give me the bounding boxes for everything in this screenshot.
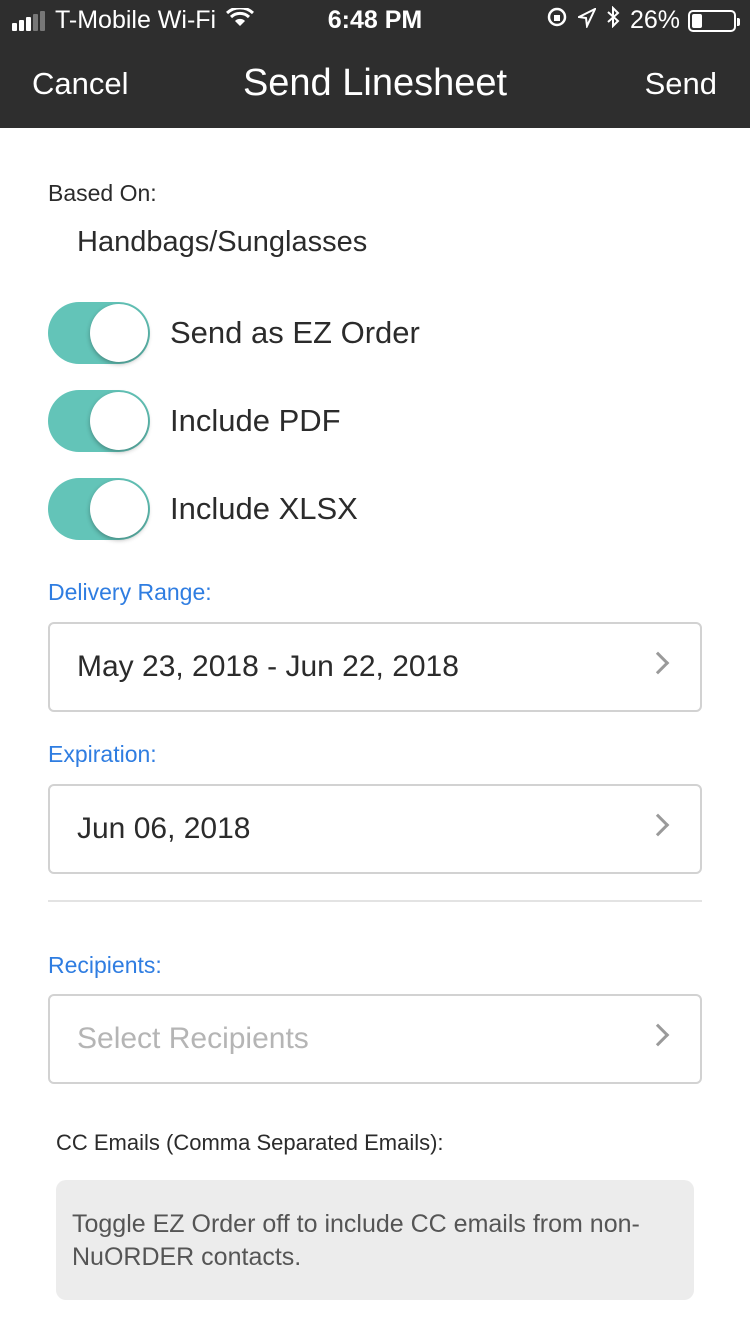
include-xlsx-label: Include XLSX [170,491,358,526]
battery-icon [688,9,740,32]
based-on-label: Based On: [48,180,157,206]
cc-emails-note: Toggle EZ Order off to include CC emails… [72,1210,640,1271]
battery-fill [692,13,702,28]
chevron-right-icon [646,651,670,675]
chevron-right-icon [646,813,670,837]
toggle-row-include-pdf: Include PDF [48,390,341,452]
bluetooth-icon [606,5,620,35]
delivery-range-label: Delivery Range: [48,579,212,605]
switch-knob [90,304,148,362]
location-icon [575,6,598,35]
expiration-field[interactable]: Jun 06, 2018 [48,784,702,874]
recipients-placeholder: Select Recipients [77,1022,309,1055]
send-button[interactable]: Send [645,66,717,102]
battery-percent: 26% [629,6,680,34]
include-xlsx-switch[interactable] [48,478,150,540]
ez-order-label: Send as EZ Order [170,315,420,350]
based-on-value: Handbags/Sunglasses [77,226,368,258]
expiration-label: Expiration: [48,741,157,767]
ez-order-switch[interactable] [48,302,150,364]
include-pdf-label: Include PDF [170,403,341,438]
status-bar: T-Mobile Wi-Fi 6:48 PM 26% [0,0,750,40]
chevron-right-icon [646,1023,670,1047]
delivery-range-field[interactable]: May 23, 2018 - Jun 22, 2018 [48,622,702,712]
recipients-field[interactable]: Select Recipients [48,994,702,1084]
switch-knob [90,480,148,538]
recipients-label: Recipients: [48,952,162,978]
switch-knob [90,392,148,450]
cc-emails-box[interactable]: Toggle EZ Order off to include CC emails… [56,1180,694,1300]
cc-emails-label: CC Emails (Comma Separated Emails): [56,1130,444,1155]
expiration-value: Jun 06, 2018 [77,812,251,845]
status-right: 26% [536,5,740,35]
delivery-range-value: May 23, 2018 - Jun 22, 2018 [77,650,459,683]
toggle-row-ez-order: Send as EZ Order [48,302,420,364]
divider [48,900,702,902]
orientation-lock-icon [546,6,568,35]
include-pdf-switch[interactable] [48,390,150,452]
header: T-Mobile Wi-Fi 6:48 PM 26% Cancel Send L… [0,0,750,128]
page-title: Send Linesheet [242,62,508,104]
toggle-row-include-xlsx: Include XLSX [48,478,358,540]
